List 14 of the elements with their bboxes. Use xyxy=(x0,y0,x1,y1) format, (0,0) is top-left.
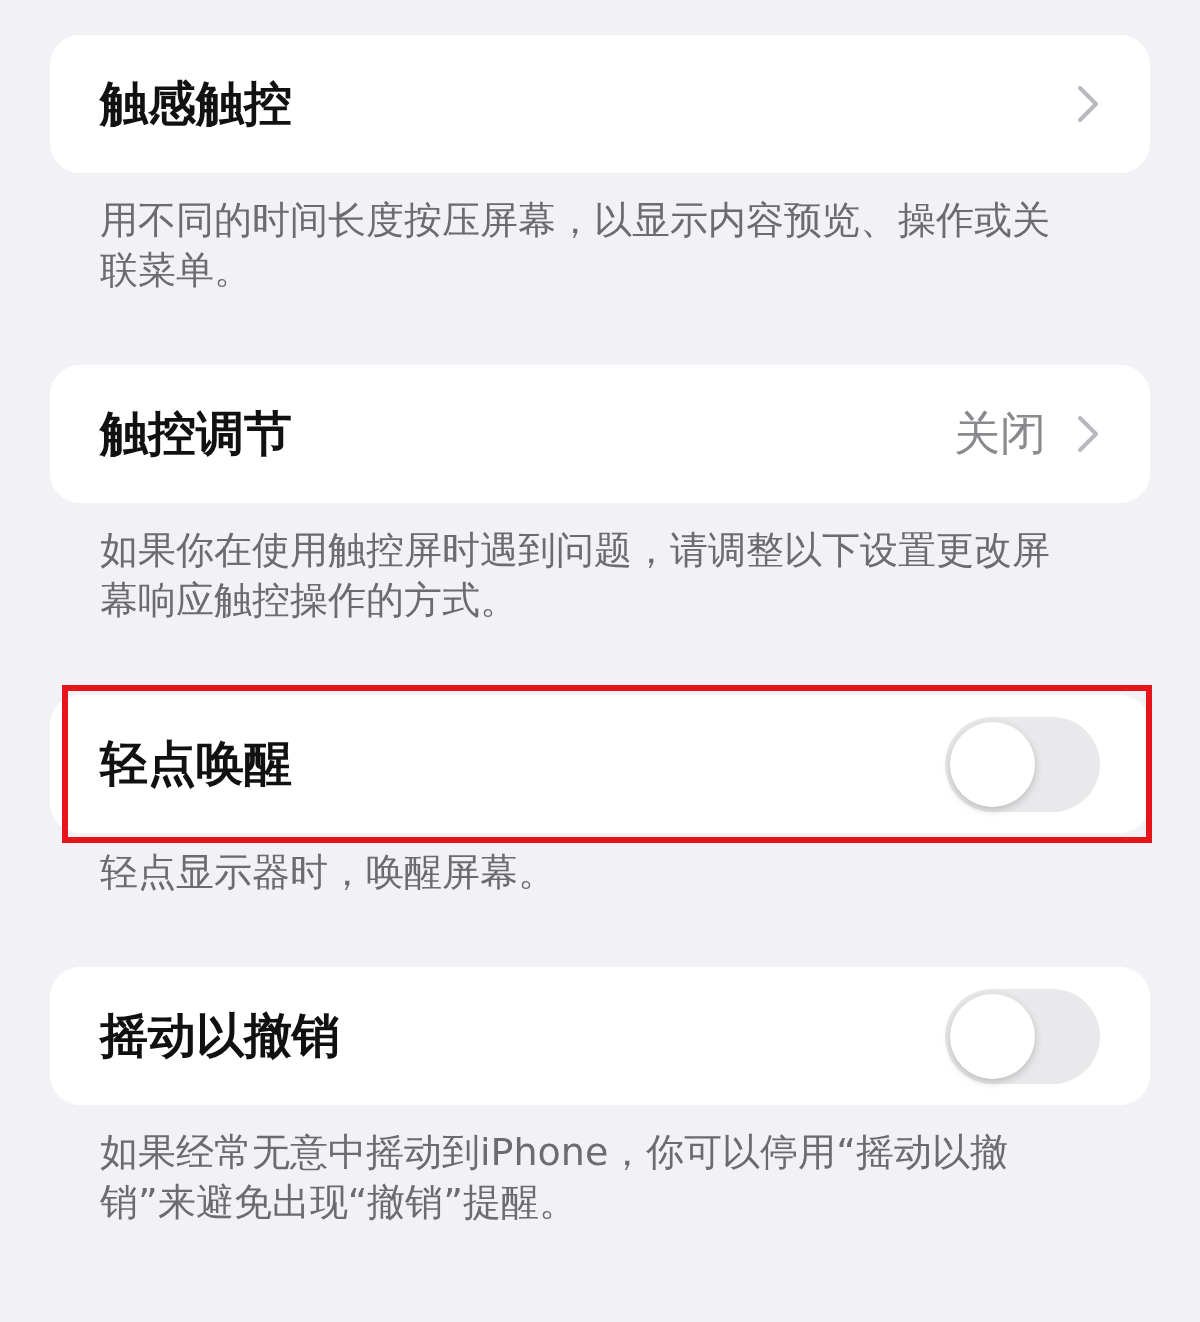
row-description: 如果经常无意中摇动到iPhone，你可以停用“摇动以撤销”来避免出现“撤销”提醒。 xyxy=(99,1129,1009,1226)
chevron-icon xyxy=(1076,84,1100,124)
settings-row[interactable]: 触控调节 关闭 xyxy=(50,365,1150,503)
row-label: 触控调节 xyxy=(100,404,293,463)
row-description: 用不同的时间长度按压屏幕，以显示内容预览、操作或关联菜单。 xyxy=(99,197,1051,294)
row-description: 轻点显示器时，唤醒屏幕。 xyxy=(99,849,557,896)
row-label: 轻点唤醒 xyxy=(100,734,293,793)
settings-row[interactable]: 触感触控 xyxy=(50,35,1150,173)
row-label: 摇动以撤销 xyxy=(100,1006,341,1065)
row-value: 关闭 xyxy=(954,405,1046,462)
row-description: 如果你在使用触控屏时遇到问题，请调整以下设置更改屏幕响应触控操作的方式。 xyxy=(99,527,1051,624)
settings-row[interactable]: 摇动以撤销 xyxy=(50,967,1150,1105)
row-label: 触感触控 xyxy=(100,74,293,133)
chevron-icon xyxy=(1076,414,1100,454)
